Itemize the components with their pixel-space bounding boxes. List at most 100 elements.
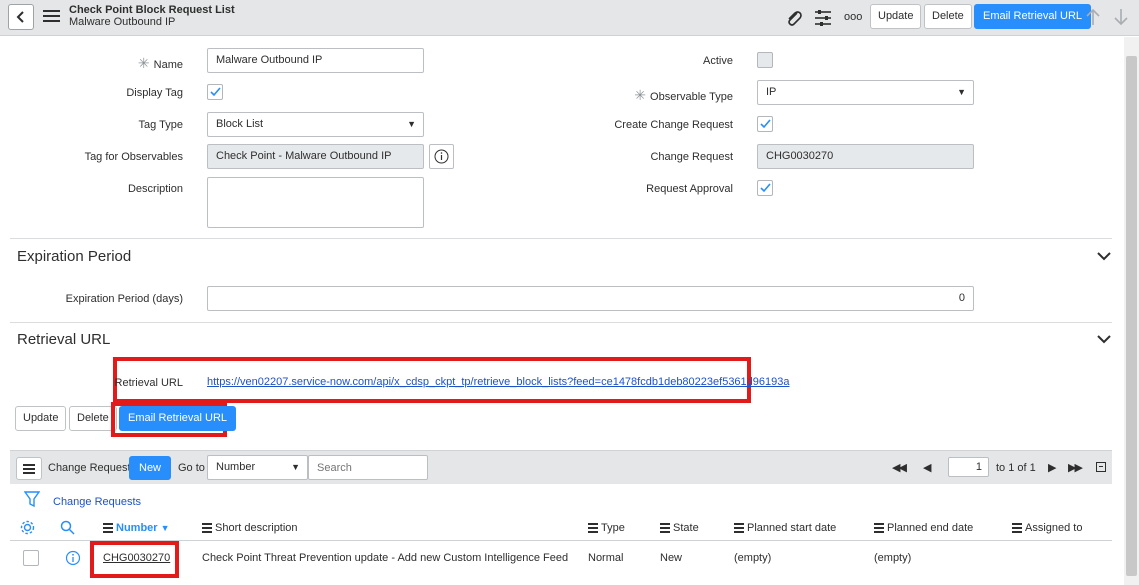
name-label: ✳ Name bbox=[137, 55, 183, 71]
form-title: Check Point Block Request List bbox=[69, 4, 235, 16]
new-button[interactable]: New bbox=[129, 456, 172, 480]
column-header-number[interactable]: Number ▼ bbox=[103, 522, 170, 534]
go-to-field-select[interactable]: Number ▼ bbox=[207, 455, 308, 480]
chevron-left-icon bbox=[16, 11, 24, 23]
info-button[interactable] bbox=[429, 144, 454, 169]
row-select-checkbox[interactable] bbox=[23, 550, 39, 566]
info-icon bbox=[434, 149, 449, 164]
more-options-icon[interactable]: ooo bbox=[844, 11, 862, 23]
expiration-period-input[interactable]: 0 bbox=[207, 286, 974, 311]
mandatory-star-icon: ✳ bbox=[634, 87, 647, 103]
related-list-title: Change Requests bbox=[48, 462, 137, 474]
tag-type-select[interactable]: Block List ▼ bbox=[207, 112, 424, 137]
dropdown-arrow-icon: ▼ bbox=[957, 87, 966, 97]
previous-page-icon[interactable]: ◀ bbox=[923, 461, 931, 474]
next-page-icon[interactable]: ▶ bbox=[1048, 461, 1056, 474]
display-tag-checkbox[interactable] bbox=[207, 84, 223, 100]
page-number-input[interactable]: 1 bbox=[948, 457, 989, 477]
form-header: Check Point Block Request List Malware O… bbox=[0, 0, 1139, 36]
column-header-type[interactable]: Type bbox=[588, 522, 625, 534]
change-request-input[interactable]: CHG0030270 bbox=[757, 144, 974, 169]
header-delete-button[interactable]: Delete bbox=[924, 4, 972, 29]
change-request-label: Change Request bbox=[650, 151, 733, 163]
observable-type-label: ✳ Observable Type bbox=[634, 87, 733, 103]
dropdown-arrow-icon: ▼ bbox=[291, 462, 300, 472]
expiration-period-label: Expiration Period (days) bbox=[65, 293, 183, 305]
update-button[interactable]: Update bbox=[15, 406, 67, 431]
checkmark-icon bbox=[760, 119, 771, 129]
retrieval-url-label: Retrieval URL bbox=[114, 377, 183, 389]
column-header-planned-start-date[interactable]: Planned start date bbox=[734, 522, 836, 534]
checkmark-icon bbox=[760, 183, 771, 193]
menu-icon[interactable] bbox=[43, 10, 60, 24]
column-menu-icon bbox=[103, 523, 113, 534]
row-type: Normal bbox=[588, 552, 624, 564]
create-change-request-label: Create Change Request bbox=[614, 119, 733, 131]
row-planned-start-date: (empty) bbox=[734, 552, 772, 564]
display-tag-label: Display Tag bbox=[126, 87, 183, 99]
row-short-description: Check Point Threat Prevention update - A… bbox=[202, 552, 569, 564]
chevron-down-icon[interactable] bbox=[1096, 333, 1112, 345]
section-divider bbox=[10, 238, 1112, 239]
section-divider bbox=[10, 322, 1112, 323]
column-menu-icon bbox=[1012, 523, 1022, 534]
last-page-icon[interactable]: ▶▶ bbox=[1068, 461, 1083, 474]
header-update-button[interactable]: Update bbox=[870, 4, 922, 29]
column-header-assigned-to[interactable]: Assigned to bbox=[1012, 522, 1082, 534]
go-to-field-value: Number bbox=[216, 461, 256, 473]
row-state: New bbox=[660, 552, 683, 564]
tag-type-value: Block List bbox=[216, 118, 264, 130]
observable-type-value: IP bbox=[766, 86, 777, 98]
column-menu-icon bbox=[734, 523, 744, 534]
request-approval-label: Request Approval bbox=[646, 183, 733, 195]
gear-icon[interactable] bbox=[20, 520, 35, 535]
request-approval-checkbox[interactable] bbox=[757, 180, 773, 196]
form-subtitle: Malware Outbound IP bbox=[69, 16, 176, 28]
observable-type-select[interactable]: IP ▼ bbox=[757, 80, 974, 105]
info-icon[interactable] bbox=[65, 550, 81, 566]
back-button[interactable] bbox=[8, 4, 34, 30]
chevron-down-icon[interactable] bbox=[1096, 250, 1112, 262]
delete-button[interactable]: Delete bbox=[69, 406, 117, 431]
column-menu-icon bbox=[660, 523, 670, 534]
row-planned-end-date: (empty) bbox=[874, 552, 912, 564]
name-input[interactable]: Malware Outbound IP bbox=[207, 48, 424, 73]
create-change-request-checkbox[interactable] bbox=[757, 116, 773, 132]
checkmark-icon bbox=[210, 87, 221, 97]
description-textarea[interactable] bbox=[207, 177, 424, 228]
menu-icon bbox=[23, 464, 35, 474]
header-email-retrieval-url-button[interactable]: Email Retrieval URL bbox=[974, 4, 1092, 29]
retrieval-url-link[interactable]: https://ven02207.service-now.com/api/x_c… bbox=[207, 376, 790, 388]
arrow-up-icon[interactable] bbox=[1085, 8, 1101, 26]
scrollbar-thumb[interactable] bbox=[1126, 56, 1137, 576]
paperclip-icon[interactable] bbox=[785, 8, 803, 28]
settings-sliders-icon[interactable] bbox=[814, 8, 832, 28]
column-menu-icon bbox=[874, 523, 884, 534]
retrieval-section-title: Retrieval URL bbox=[17, 331, 111, 348]
column-header-short-description[interactable]: Short description bbox=[202, 522, 298, 534]
breadcrumb[interactable]: Change Requests bbox=[53, 496, 141, 508]
description-label: Description bbox=[127, 183, 183, 195]
collapse-icon[interactable] bbox=[1096, 462, 1106, 472]
column-header-planned-end-date[interactable]: Planned end date bbox=[874, 522, 973, 534]
email-retrieval-url-button[interactable]: Email Retrieval URL bbox=[119, 406, 237, 431]
filter-icon[interactable] bbox=[24, 491, 40, 508]
first-page-icon[interactable]: ◀◀ bbox=[892, 461, 907, 474]
change-request-number-link[interactable]: CHG0030270 bbox=[103, 552, 170, 564]
page-total: to 1 of 1 bbox=[996, 462, 1036, 474]
mandatory-star-icon: ✳ bbox=[137, 55, 150, 71]
go-to-label: Go to bbox=[178, 462, 205, 474]
search-icon[interactable] bbox=[60, 520, 75, 535]
column-menu-icon bbox=[202, 523, 212, 534]
related-list-toolbar: Change Requests New Go to Number ▼ ◀◀ ◀ 1… bbox=[10, 450, 1112, 484]
column-header-state[interactable]: State bbox=[660, 522, 699, 534]
sort-descending-icon: ▼ bbox=[160, 523, 170, 533]
tag-for-observables-label: Tag for Observables bbox=[84, 151, 183, 163]
active-checkbox[interactable] bbox=[757, 52, 773, 68]
column-menu-icon bbox=[588, 523, 598, 534]
tag-for-observables-input[interactable]: Check Point - Malware Outbound IP bbox=[207, 144, 424, 169]
arrow-down-icon[interactable] bbox=[1113, 8, 1129, 26]
dropdown-arrow-icon: ▼ bbox=[407, 119, 416, 129]
list-menu-button[interactable] bbox=[16, 457, 42, 480]
search-input[interactable] bbox=[308, 455, 428, 480]
